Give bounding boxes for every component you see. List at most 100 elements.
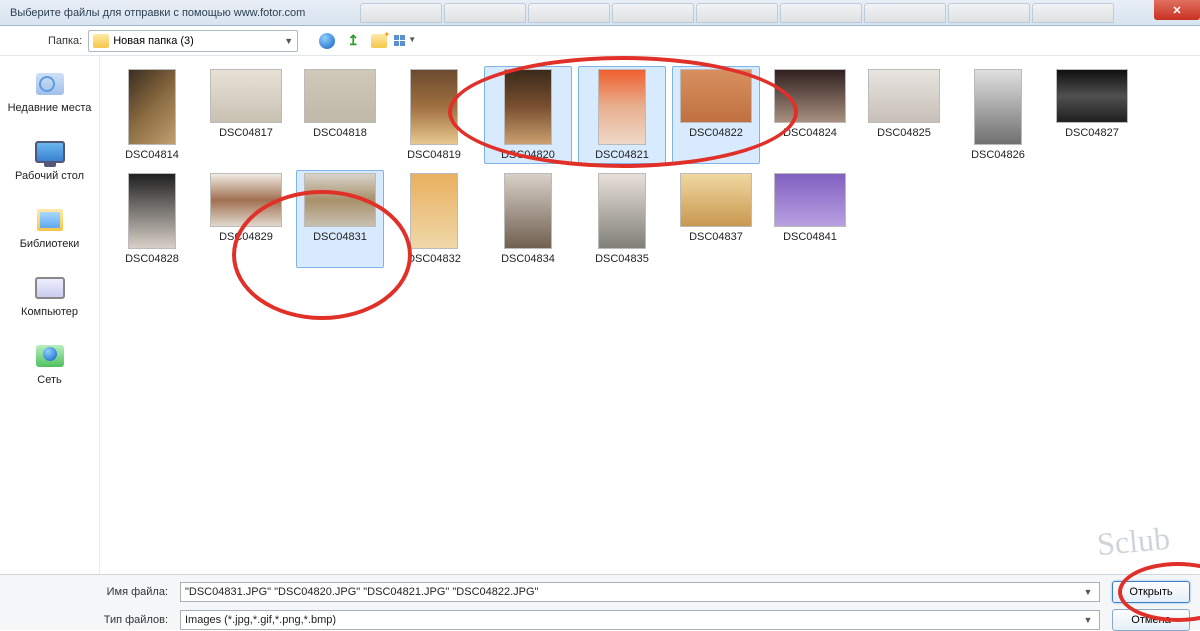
file-item[interactable]: DSC04827 — [1048, 66, 1136, 164]
places-libraries-icon — [34, 204, 66, 236]
sidebar-item-label: Недавние места — [8, 102, 92, 114]
file-item[interactable]: DSC04835 — [578, 170, 666, 268]
file-item[interactable]: DSC04841 — [766, 170, 854, 268]
bg-tab[interactable] — [864, 3, 946, 23]
bg-tab[interactable] — [612, 3, 694, 23]
window-title: Выберите файлы для отправки с помощью ww… — [4, 7, 305, 19]
bg-tab[interactable] — [1032, 3, 1114, 23]
places-recent[interactable]: Недавние места — [5, 64, 95, 118]
file-thumbnail — [210, 173, 282, 227]
file-thumbnail — [974, 69, 1022, 145]
file-item[interactable]: DSC04832 — [390, 170, 478, 268]
bg-tab[interactable] — [780, 3, 862, 23]
file-grid[interactable]: DSC04814 DSC04817 DSC04818 DSC04819 DSC0… — [100, 56, 1200, 574]
file-label: DSC04829 — [219, 231, 273, 243]
sidebar-item-label: Библиотеки — [20, 238, 80, 250]
file-label: DSC04824 — [783, 127, 837, 139]
open-button[interactable]: Открыть — [1112, 581, 1190, 603]
file-label: DSC04819 — [407, 149, 461, 161]
file-thumbnail — [128, 173, 176, 249]
filetype-value: Images (*.jpg,*.gif,*.png,*.bmp) — [185, 614, 336, 626]
filetype-label: Тип файлов: — [88, 614, 168, 626]
file-item[interactable]: DSC04821 — [578, 66, 666, 164]
places-network[interactable]: Сеть — [5, 336, 95, 390]
file-item[interactable]: DSC04814 — [108, 66, 196, 164]
file-thumbnail — [598, 173, 646, 249]
bg-tab[interactable] — [360, 3, 442, 23]
places-computer[interactable]: Компьютер — [5, 268, 95, 322]
file-item[interactable]: DSC04817 — [202, 66, 290, 164]
file-label: DSC04822 — [689, 127, 743, 139]
bg-tab[interactable] — [528, 3, 610, 23]
file-item[interactable]: DSC04831 — [296, 170, 384, 268]
file-label: DSC04841 — [783, 231, 837, 243]
file-thumbnail — [598, 69, 646, 145]
folder-icon — [93, 34, 109, 48]
file-item[interactable]: DSC04828 — [108, 170, 196, 268]
toolbar: Папка: Новая папка (3) ▼ ↥ ▼ — [0, 26, 1200, 56]
file-item[interactable]: DSC04829 — [202, 170, 290, 268]
places-desktop[interactable]: Рабочий стол — [5, 132, 95, 186]
file-item[interactable]: DSC04825 — [860, 66, 948, 164]
places-recent-icon — [34, 68, 66, 100]
places-desktop-icon — [34, 136, 66, 168]
file-thumbnail — [504, 69, 552, 145]
filetype-combobox[interactable]: Images (*.jpg,*.gif,*.png,*.bmp) ▼ — [180, 610, 1100, 630]
cancel-button[interactable]: Отмена — [1112, 609, 1190, 631]
file-thumbnail — [504, 173, 552, 249]
grid-view-icon: ▼ — [394, 35, 416, 46]
cancel-button-label: Отмена — [1131, 614, 1170, 626]
file-item[interactable]: DSC04826 — [954, 66, 1042, 164]
bg-tab[interactable] — [696, 3, 778, 23]
file-thumbnail — [304, 69, 376, 123]
filename-value: "DSC04831.JPG" "DSC04820.JPG" "DSC04821.… — [185, 586, 538, 598]
chevron-down-icon: ▼ — [1081, 587, 1095, 597]
file-thumbnail — [1056, 69, 1128, 123]
file-item[interactable]: DSC04837 — [672, 170, 760, 268]
file-item[interactable]: DSC04822 — [672, 66, 760, 164]
chevron-down-icon: ▼ — [1081, 615, 1095, 625]
filename-label: Имя файла: — [88, 586, 168, 598]
file-label: DSC04826 — [971, 149, 1025, 161]
file-thumbnail — [128, 69, 176, 145]
filename-input[interactable]: "DSC04831.JPG" "DSC04820.JPG" "DSC04821.… — [180, 582, 1100, 602]
file-item[interactable]: DSC04834 — [484, 170, 572, 268]
file-label: DSC04818 — [313, 127, 367, 139]
bg-tab[interactable] — [948, 3, 1030, 23]
folder-combobox[interactable]: Новая папка (3) ▼ — [88, 30, 298, 52]
nav-up-button[interactable]: ↥ — [342, 30, 364, 52]
file-item[interactable]: DSC04818 — [296, 66, 384, 164]
places-libraries[interactable]: Библиотеки — [5, 200, 95, 254]
file-thumbnail — [304, 173, 376, 227]
places-network-icon — [34, 340, 66, 372]
sidebar-item-label: Сеть — [37, 374, 61, 386]
file-thumbnail — [210, 69, 282, 123]
open-button-label: Открыть — [1129, 586, 1172, 598]
places-computer-icon — [34, 272, 66, 304]
close-icon: ✕ — [1172, 4, 1181, 17]
file-label: DSC04820 — [501, 149, 555, 161]
window-close-button[interactable]: ✕ — [1154, 0, 1200, 20]
file-item[interactable]: DSC04820 — [484, 66, 572, 164]
file-thumbnail — [868, 69, 940, 123]
nav-back-button[interactable] — [316, 30, 338, 52]
background-tabs — [360, 0, 1114, 26]
file-label: DSC04814 — [125, 149, 179, 161]
folder-value: Новая папка (3) — [113, 35, 194, 47]
file-thumbnail — [680, 69, 752, 123]
bg-tab[interactable] — [444, 3, 526, 23]
view-mode-button[interactable]: ▼ — [394, 30, 416, 52]
file-thumbnail — [774, 173, 846, 227]
file-item[interactable]: DSC04824 — [766, 66, 854, 164]
file-label: DSC04827 — [1065, 127, 1119, 139]
folder-label: Папка: — [48, 35, 82, 47]
bottom-bar: Имя файла: "DSC04831.JPG" "DSC04820.JPG"… — [0, 574, 1200, 630]
new-folder-button[interactable] — [368, 30, 390, 52]
file-label: DSC04837 — [689, 231, 743, 243]
file-label: DSC04834 — [501, 253, 555, 265]
toolbar-icons: ↥ ▼ — [316, 30, 416, 52]
file-label: DSC04828 — [125, 253, 179, 265]
places-sidebar: Недавние места Рабочий стол Библиотеки К… — [0, 56, 100, 574]
file-item[interactable]: DSC04819 — [390, 66, 478, 164]
chevron-down-icon: ▼ — [284, 36, 293, 46]
